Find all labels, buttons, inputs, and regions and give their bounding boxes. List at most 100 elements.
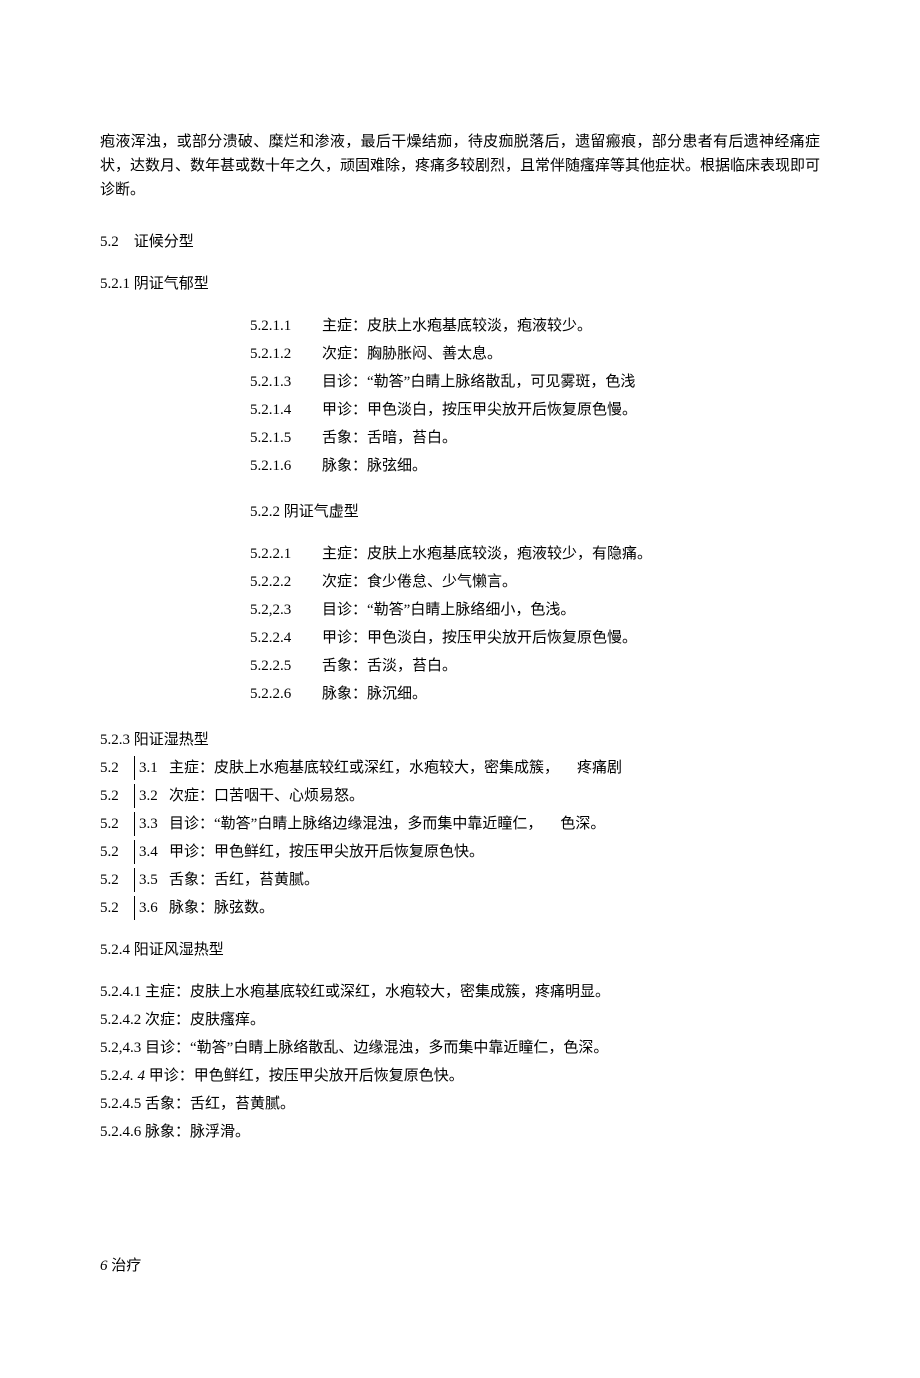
list-item: 5.2.4.2 次症：皮肤瘙痒。: [100, 1008, 820, 1032]
section-5-2-3-heading: 5.2.3 阳证湿热型: [100, 728, 820, 752]
item-text: 主症：皮肤上水疱基底较红或深红，水疱较大，密集成簇，疼痛剧: [169, 756, 820, 780]
item-text: 甲诊：甲色淡白，按压甲尖放开后恢复原色慢。: [322, 398, 820, 422]
item-number: 5.2.4.5: [100, 1096, 141, 1112]
section-number: 5.2.4: [100, 942, 130, 958]
item-text: 主症：皮肤上水疱基底较淡，疱液较少。: [322, 314, 820, 338]
list-item: 5.23.4甲诊：甲色鲜红，按压甲尖放开后恢复原色快。: [100, 840, 820, 864]
item-number: 5.2.4.1: [100, 984, 141, 1000]
section-5-2-4-heading: 5.2.4 阳证风湿热型: [100, 938, 820, 962]
section-number: 6: [100, 1258, 108, 1274]
list-item: 5.2,4.3 目诊：“勒答”白睛上脉络散乱、边缘混浊，多而集中靠近瞳仁，色深。: [100, 1036, 820, 1060]
item-number-italic: 4. 4: [123, 1068, 146, 1084]
item-number: 5.2.1.3: [250, 370, 322, 394]
item-number: 5.2.2.5: [250, 654, 322, 678]
item-text: 甲诊：甲色鲜红，按压甲尖放开后恢复原色快。: [169, 840, 820, 864]
item-number: 5.2.1.2: [250, 342, 322, 366]
section-number: 5.2.3: [100, 732, 130, 748]
item-text: 甲诊：甲色鲜红，按压甲尖放开后恢复原色快。: [149, 1068, 464, 1084]
section-6-heading: 6 治疗: [100, 1254, 820, 1278]
list-item: 5.2.4.6 脉象：脉浮滑。: [100, 1120, 820, 1144]
item-number: 5.2.2.6: [250, 682, 322, 706]
item-number-part1: 5.2: [100, 812, 135, 836]
list-item: 5.2.1.2次症：胸胁胀闷、善太息。: [250, 342, 820, 366]
list-item: 5.23.6脉象：脉弦数。: [100, 896, 820, 920]
intro-paragraph: 疱液浑浊，或部分溃破、糜烂和渗液，最后干燥结痂，待皮痂脱落后，遗留瘢痕，部分患者…: [100, 130, 820, 202]
list-item: 5.2.1.3目诊：“勒答”白睛上脉络散乱，可见雾斑，色浅: [250, 370, 820, 394]
item-number-part2: 3.1: [135, 756, 169, 780]
item-number-part2: 3.4: [135, 840, 169, 864]
list-item: 5.2.1.6脉象：脉弦细。: [250, 454, 820, 478]
item-text: 脉象：脉沉细。: [322, 682, 820, 706]
section-number: 5.2.2: [250, 504, 280, 520]
section-5-2-3-items: 5.23.1主症：皮肤上水疱基底较红或深红，水疱较大，密集成簇，疼痛剧 5.23…: [100, 756, 820, 920]
item-text: 次症：口苦咽干、心烦易怒。: [169, 784, 820, 808]
item-number-part2: 3.6: [135, 896, 169, 920]
item-text: 次症：皮肤瘙痒。: [145, 1012, 265, 1028]
item-text: 舌象：舌红，苔黄腻。: [145, 1096, 295, 1112]
item-number: 5.2.4.6: [100, 1124, 141, 1140]
item-text: 舌象：舌暗，苔白。: [322, 426, 820, 450]
section-5-2-1-items: 5.2.1.1主症：皮肤上水疱基底较淡，疱液较少。 5.2.1.2次症：胸胁胀闷…: [250, 314, 820, 478]
item-number-part2: 3.5: [135, 868, 169, 892]
item-number: 5.2.2.1: [250, 542, 322, 566]
list-item: 5.2.1.4甲诊：甲色淡白，按压甲尖放开后恢复原色慢。: [250, 398, 820, 422]
item-number-part1: 5.2: [100, 756, 135, 780]
section-5-2-4-items: 5.2.4.1 主症：皮肤上水疱基底较红或深红，水疱较大，密集成簇，疼痛明显。 …: [100, 980, 820, 1144]
item-number: 5.2,4.3: [100, 1040, 141, 1056]
item-number: 5.2.2.4: [250, 626, 322, 650]
item-text: 目诊：“勒答”白睛上脉络散乱、边缘混浊，多而集中靠近瞳仁，色深。: [145, 1040, 608, 1056]
item-number-part2: 3.2: [135, 784, 169, 808]
item-text: 舌象：舌红，苔黄腻。: [169, 868, 820, 892]
item-text: 脉象：脉弦数。: [169, 896, 820, 920]
list-item: 5.2.2.5舌象：舌淡，苔白。: [250, 654, 820, 678]
item-number-part2: 3.3: [135, 812, 169, 836]
section-title: 治疗: [111, 1258, 141, 1274]
section-title: 阳证湿热型: [134, 732, 209, 748]
list-item: 5.2.4.5 舌象：舌红，苔黄腻。: [100, 1092, 820, 1116]
item-text: 脉象：脉弦细。: [322, 454, 820, 478]
item-number-part1: 5.2: [100, 840, 135, 864]
item-number-part1: 5.2: [100, 868, 135, 892]
item-text: 主症：皮肤上水疱基底较红或深红，水疱较大，密集成簇，疼痛明显。: [145, 984, 610, 1000]
list-item: 5.2.1.1主症：皮肤上水疱基底较淡，疱液较少。: [250, 314, 820, 338]
list-item: 5.23.3目诊：“勒答”白睛上脉络边缘混浊，多而集中靠近瞳仁，色深。: [100, 812, 820, 836]
list-item: 5.2.2.2次症：食少倦怠、少气懒言。: [250, 570, 820, 594]
item-number: 5.2.2.2: [250, 570, 322, 594]
list-item: 5.2.4.1 主症：皮肤上水疱基底较红或深红，水疱较大，密集成簇，疼痛明显。: [100, 980, 820, 1004]
section-5-2-2-items: 5.2.2.1主症：皮肤上水疱基底较淡，疱液较少，有隐痛。 5.2.2.2次症：…: [250, 542, 820, 706]
section-5-2-heading: 5.2 证候分型: [100, 230, 820, 254]
list-item: 5.2.1.5舌象：舌暗，苔白。: [250, 426, 820, 450]
item-text: 主症：皮肤上水疱基底较淡，疱液较少，有隐痛。: [322, 542, 820, 566]
item-text: 目诊：“勒答”白睛上脉络细小，色浅。: [322, 598, 820, 622]
section-number: 5.2: [100, 234, 119, 250]
item-number: 5.2.: [100, 1068, 123, 1084]
list-item: 5.23.2次症：口苦咽干、心烦易怒。: [100, 784, 820, 808]
item-number: 5.2.1.4: [250, 398, 322, 422]
section-5-2-1-heading: 5.2.1 阴证气郁型: [100, 272, 820, 296]
section-title: 阳证风湿热型: [134, 942, 224, 958]
item-number-part1: 5.2: [100, 896, 135, 920]
item-text: 舌象：舌淡，苔白。: [322, 654, 820, 678]
item-text: 次症：食少倦怠、少气懒言。: [322, 570, 820, 594]
item-number: 5.2.1.6: [250, 454, 322, 478]
list-item: 5.2.4. 4 甲诊：甲色鲜红，按压甲尖放开后恢复原色快。: [100, 1064, 820, 1088]
list-item: 5.23.1主症：皮肤上水疱基底较红或深红，水疱较大，密集成簇，疼痛剧: [100, 756, 820, 780]
item-text: 目诊：“勒答”白睛上脉络散乱，可见雾斑，色浅: [322, 370, 820, 394]
section-title: 证候分型: [134, 234, 194, 250]
list-item: 5.2,2.3目诊：“勒答”白睛上脉络细小，色浅。: [250, 598, 820, 622]
item-text: 甲诊：甲色淡白，按压甲尖放开后恢复原色慢。: [322, 626, 820, 650]
item-number: 5.2.4.2: [100, 1012, 141, 1028]
section-number: 5.2.1: [100, 276, 130, 292]
list-item: 5.23.5舌象：舌红，苔黄腻。: [100, 868, 820, 892]
section-5-2-2-heading: 5.2.2 阴证气虚型: [250, 500, 820, 524]
item-text: 目诊：“勒答”白睛上脉络边缘混浊，多而集中靠近瞳仁，色深。: [169, 812, 820, 836]
list-item: 5.2.2.1主症：皮肤上水疱基底较淡，疱液较少，有隐痛。: [250, 542, 820, 566]
item-text: 脉象：脉浮滑。: [145, 1124, 250, 1140]
item-number: 5.2.1.5: [250, 426, 322, 450]
item-number: 5.2,2.3: [250, 598, 322, 622]
item-number: 5.2.1.1: [250, 314, 322, 338]
section-title: 阴证气郁型: [134, 276, 209, 292]
list-item: 5.2.2.4甲诊：甲色淡白，按压甲尖放开后恢复原色慢。: [250, 626, 820, 650]
item-number-part1: 5.2: [100, 784, 135, 808]
item-text: 次症：胸胁胀闷、善太息。: [322, 342, 820, 366]
